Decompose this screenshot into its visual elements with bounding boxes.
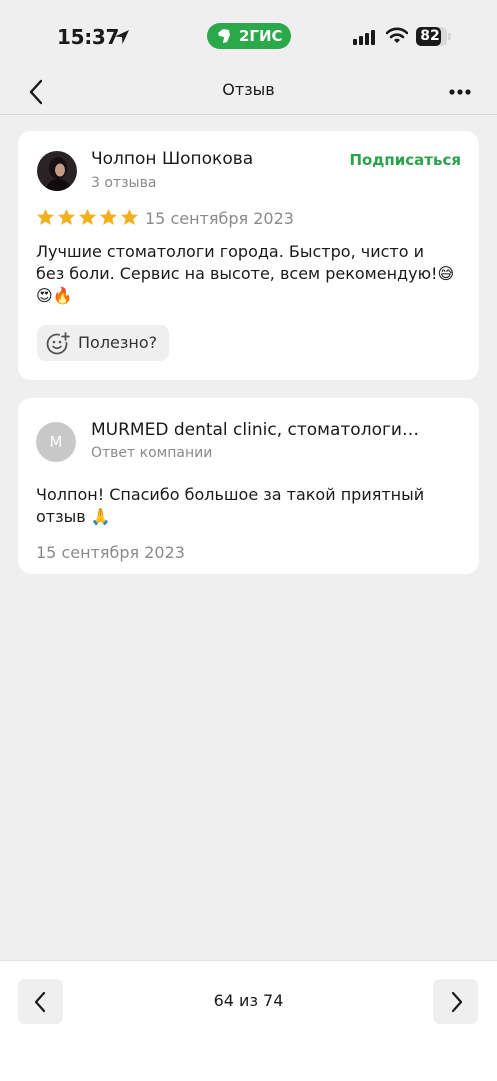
- status-bar: 15:37 2ГИС 82: [0, 0, 497, 70]
- cellular-signal-icon: [353, 30, 375, 45]
- company-reply-label: Ответ компании: [91, 445, 213, 461]
- battery-indicator: 82: [416, 27, 452, 46]
- battery-percent: 82: [420, 28, 440, 44]
- next-review-button[interactable]: [433, 979, 478, 1024]
- rating-stars: [36, 208, 139, 228]
- star-icon: [36, 208, 55, 225]
- reply-date: 15 сентября 2023: [36, 543, 185, 562]
- subscribe-button[interactable]: Подписаться: [349, 151, 461, 169]
- more-options-icon[interactable]: [444, 78, 476, 106]
- review-text: Лучшие стоматологи города. Быстро, чисто…: [36, 242, 455, 305]
- review-date: 15 сентября 2023: [145, 209, 294, 228]
- author-reviews-count: 3 отзыва: [91, 175, 157, 191]
- useful-label: Полезно?: [78, 333, 158, 352]
- company-avatar: M: [36, 422, 76, 462]
- star-icon: [78, 208, 97, 225]
- page-title: Отзыв: [222, 80, 275, 99]
- dog-logo-icon: [218, 29, 230, 43]
- review-card: Чолпон Шопокова 3 отзыва Подписаться 15 …: [18, 131, 479, 380]
- company-name[interactable]: MURMED dental clinic, стоматологи…: [91, 420, 431, 440]
- app-badge[interactable]: 2ГИС: [207, 23, 291, 49]
- app-badge-label: 2ГИС: [239, 27, 283, 45]
- star-icon: [99, 208, 118, 225]
- star-icon: [120, 208, 139, 225]
- author-avatar[interactable]: [37, 151, 77, 191]
- pager-position: 64 из 74: [213, 991, 284, 1010]
- chevron-right-icon: [451, 991, 463, 1013]
- company-reply-card: M MURMED dental clinic, стоматологи… Отв…: [18, 398, 479, 574]
- navigation-bar: Отзыв: [0, 70, 497, 115]
- reply-text: Чолпон! Спасибо большое за такой приятны…: [36, 485, 425, 526]
- author-photo-icon: [37, 151, 77, 191]
- battery-tip: [448, 33, 451, 40]
- author-name[interactable]: Чолпон Шопокова: [91, 149, 253, 169]
- smiley-add-icon: [46, 330, 72, 355]
- location-arrow-icon: [115, 30, 129, 44]
- chevron-left-icon: [34, 991, 46, 1013]
- star-icon: [57, 208, 76, 225]
- useful-button[interactable]: Полезно?: [37, 325, 169, 361]
- back-chevron-icon[interactable]: [22, 76, 52, 108]
- pager-bar: 64 из 74: [0, 960, 497, 1081]
- previous-review-button[interactable]: [18, 979, 63, 1024]
- wifi-icon: [386, 27, 408, 43]
- status-time: 15:37: [57, 25, 120, 49]
